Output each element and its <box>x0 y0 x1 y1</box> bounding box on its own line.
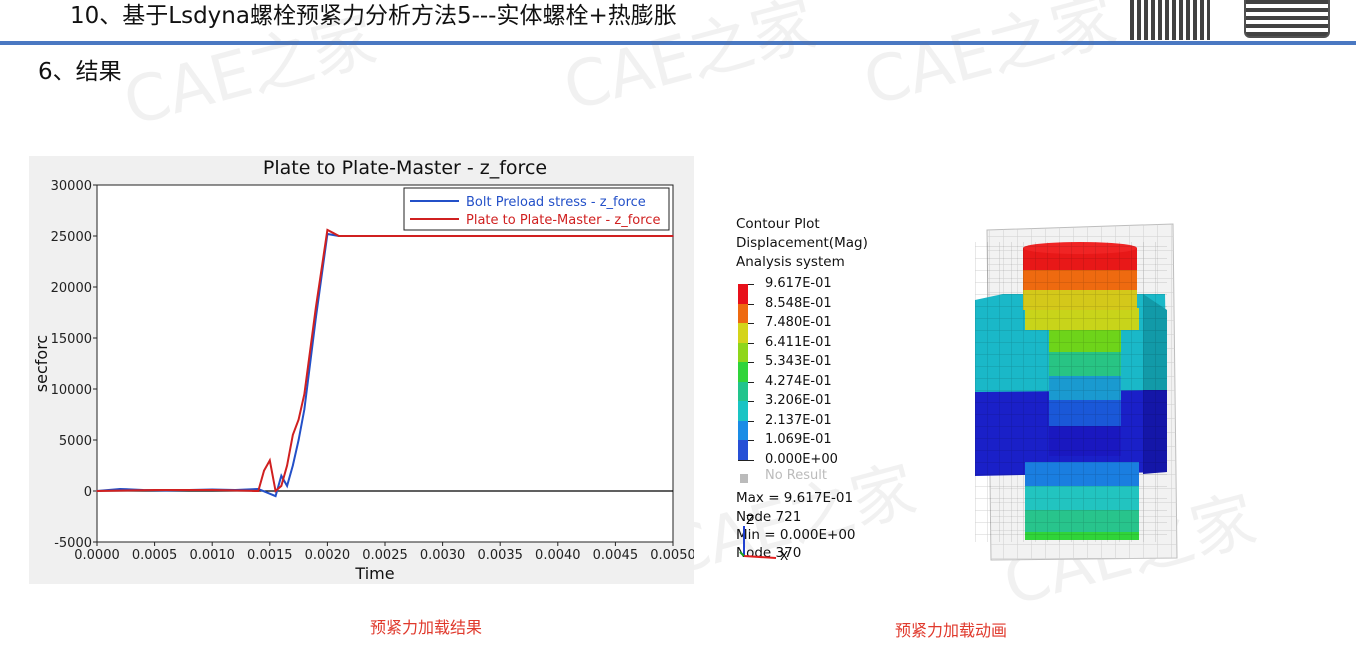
series-point-2 <box>338 235 340 237</box>
contour-tick <box>738 459 754 461</box>
y-tick-label: 5000 <box>59 434 92 449</box>
contour-color-band <box>738 323 748 343</box>
contour-system: Analysis system <box>736 254 845 270</box>
series-point-1 <box>292 464 294 467</box>
y-tick-label: -5000 <box>54 536 92 551</box>
y-tick-label: 20000 <box>51 281 92 296</box>
animation-caption: 预紧力加载动画 <box>895 621 1008 640</box>
x-axis-label: Time <box>354 564 394 583</box>
y-tick-label: 0 <box>84 485 92 500</box>
series-point-2 <box>211 489 213 491</box>
series-point-1 <box>303 408 306 411</box>
title-divider <box>0 41 1356 45</box>
contour-level-label: 2.137E-01 <box>765 412 832 428</box>
y-tick-label: 15000 <box>51 332 92 347</box>
legend-label-1: Bolt Preload stress - z_force <box>466 195 646 210</box>
contour-level-label: 0.000E+00 <box>765 451 838 467</box>
series-point-2 <box>292 434 294 436</box>
series-point-2 <box>499 235 502 237</box>
qr-code-icon <box>1244 0 1330 38</box>
contour-level-label: 7.480E-01 <box>765 315 832 330</box>
no-result-label: No Result <box>765 468 827 483</box>
max-value: Max = 9.617E-01 <box>736 490 854 506</box>
series-point-2 <box>286 464 288 467</box>
contour-level-label: 1.069E-01 <box>765 432 832 447</box>
qr-code-icon <box>1130 0 1210 40</box>
contour-level-label: 6.411E-01 <box>765 334 832 350</box>
y-tick-label: 25000 <box>51 230 92 245</box>
contour-color-band <box>738 381 748 401</box>
axis-x-label: X <box>780 549 788 562</box>
x-tick-label: 0.0010 <box>189 548 235 563</box>
series-point-2 <box>269 459 271 462</box>
series-point-1 <box>297 439 300 441</box>
no-result-swatch <box>740 474 748 483</box>
contour-level-label: 5.343E-01 <box>765 354 832 369</box>
x-tick-label: 0.0020 <box>305 548 351 563</box>
contour-level-label: 9.617E-01 <box>765 276 832 291</box>
series-point-2 <box>332 232 334 234</box>
y-tick-label: 30000 <box>51 179 92 194</box>
series-point-1 <box>280 474 283 477</box>
x-tick-label: 0.0040 <box>535 548 581 563</box>
contour-legend: Contour Plot Displacement(Mag) Analysis … <box>736 216 916 576</box>
contour-color-band <box>738 362 748 382</box>
axis-triad-icon: Z X <box>739 513 788 562</box>
chart-caption: 预紧力加载结果 <box>370 618 483 637</box>
x-tick-label: 0.0050 <box>650 548 694 563</box>
series-point-2 <box>614 235 617 237</box>
contour-level-label: 8.548E-01 <box>765 295 832 311</box>
contour-color-band <box>738 440 748 460</box>
contour-color-band <box>738 284 748 304</box>
x-tick-label: 0.0015 <box>247 548 293 563</box>
series-point-2 <box>326 229 329 231</box>
x-tick-label: 0.0035 <box>477 548 523 563</box>
line-chart: 0.0000 0.0005 0.0010 0.0015 0.0020 0.0025 0.00… <box>29 156 694 584</box>
series-point-2 <box>441 235 444 237</box>
series-point-2 <box>315 306 317 309</box>
series-point-1 <box>286 485 288 487</box>
series-point-2 <box>257 490 260 492</box>
contour-color-band <box>738 420 748 440</box>
chart-svg: 0.0000 0.0005 0.0010 0.0015 0.0020 0.0025 0.00… <box>32 157 694 583</box>
contour-quantity: Displacement(Mag) <box>736 235 868 251</box>
plot-area <box>96 184 674 543</box>
series-point-2 <box>297 418 300 421</box>
watermark: CAE之家 <box>856 0 1124 121</box>
series-point-2 <box>263 469 265 472</box>
x-tick-label: 0.0030 <box>420 548 466 563</box>
series-point-2 <box>557 235 559 237</box>
contour-level-label: 3.206E-01 <box>765 393 832 408</box>
contour-color-band <box>738 303 748 323</box>
contour-title: Contour Plot <box>736 216 820 232</box>
page-title: 10、基于Lsdyna螺栓预紧力分析方法5---实体螺栓+热膨胀 <box>70 3 677 29</box>
series-point-2 <box>153 489 156 491</box>
x-tick-label: 0.0045 <box>593 548 639 563</box>
x-tick-label: 0.0005 <box>132 548 178 563</box>
contour-color-band <box>738 342 748 362</box>
section-heading: 6、结果 <box>38 59 122 85</box>
bolt-model-render <box>975 223 1178 561</box>
x-tick-label: 0.0025 <box>362 548 408 563</box>
series-point-2 <box>280 485 283 487</box>
series-point-2 <box>672 235 674 237</box>
series-point-2 <box>96 490 98 492</box>
y-tick-label: 10000 <box>51 383 92 398</box>
series-point-2 <box>384 235 386 237</box>
series-point-2 <box>303 393 306 395</box>
series-point-1 <box>274 495 277 497</box>
axis-z-label: Z <box>746 513 754 527</box>
legend-label-2: Plate to Plate-Master - z_force <box>466 213 660 228</box>
series-point-2 <box>274 490 277 492</box>
series-point-2 <box>251 490 254 492</box>
y-axis-label: secforc <box>32 335 51 392</box>
series-point-1 <box>119 488 121 490</box>
contour-color-band <box>738 401 748 421</box>
contour-level-label: 4.274E-01 <box>765 373 832 389</box>
chart-title: Plate to Plate-Master - z_force <box>263 157 547 179</box>
